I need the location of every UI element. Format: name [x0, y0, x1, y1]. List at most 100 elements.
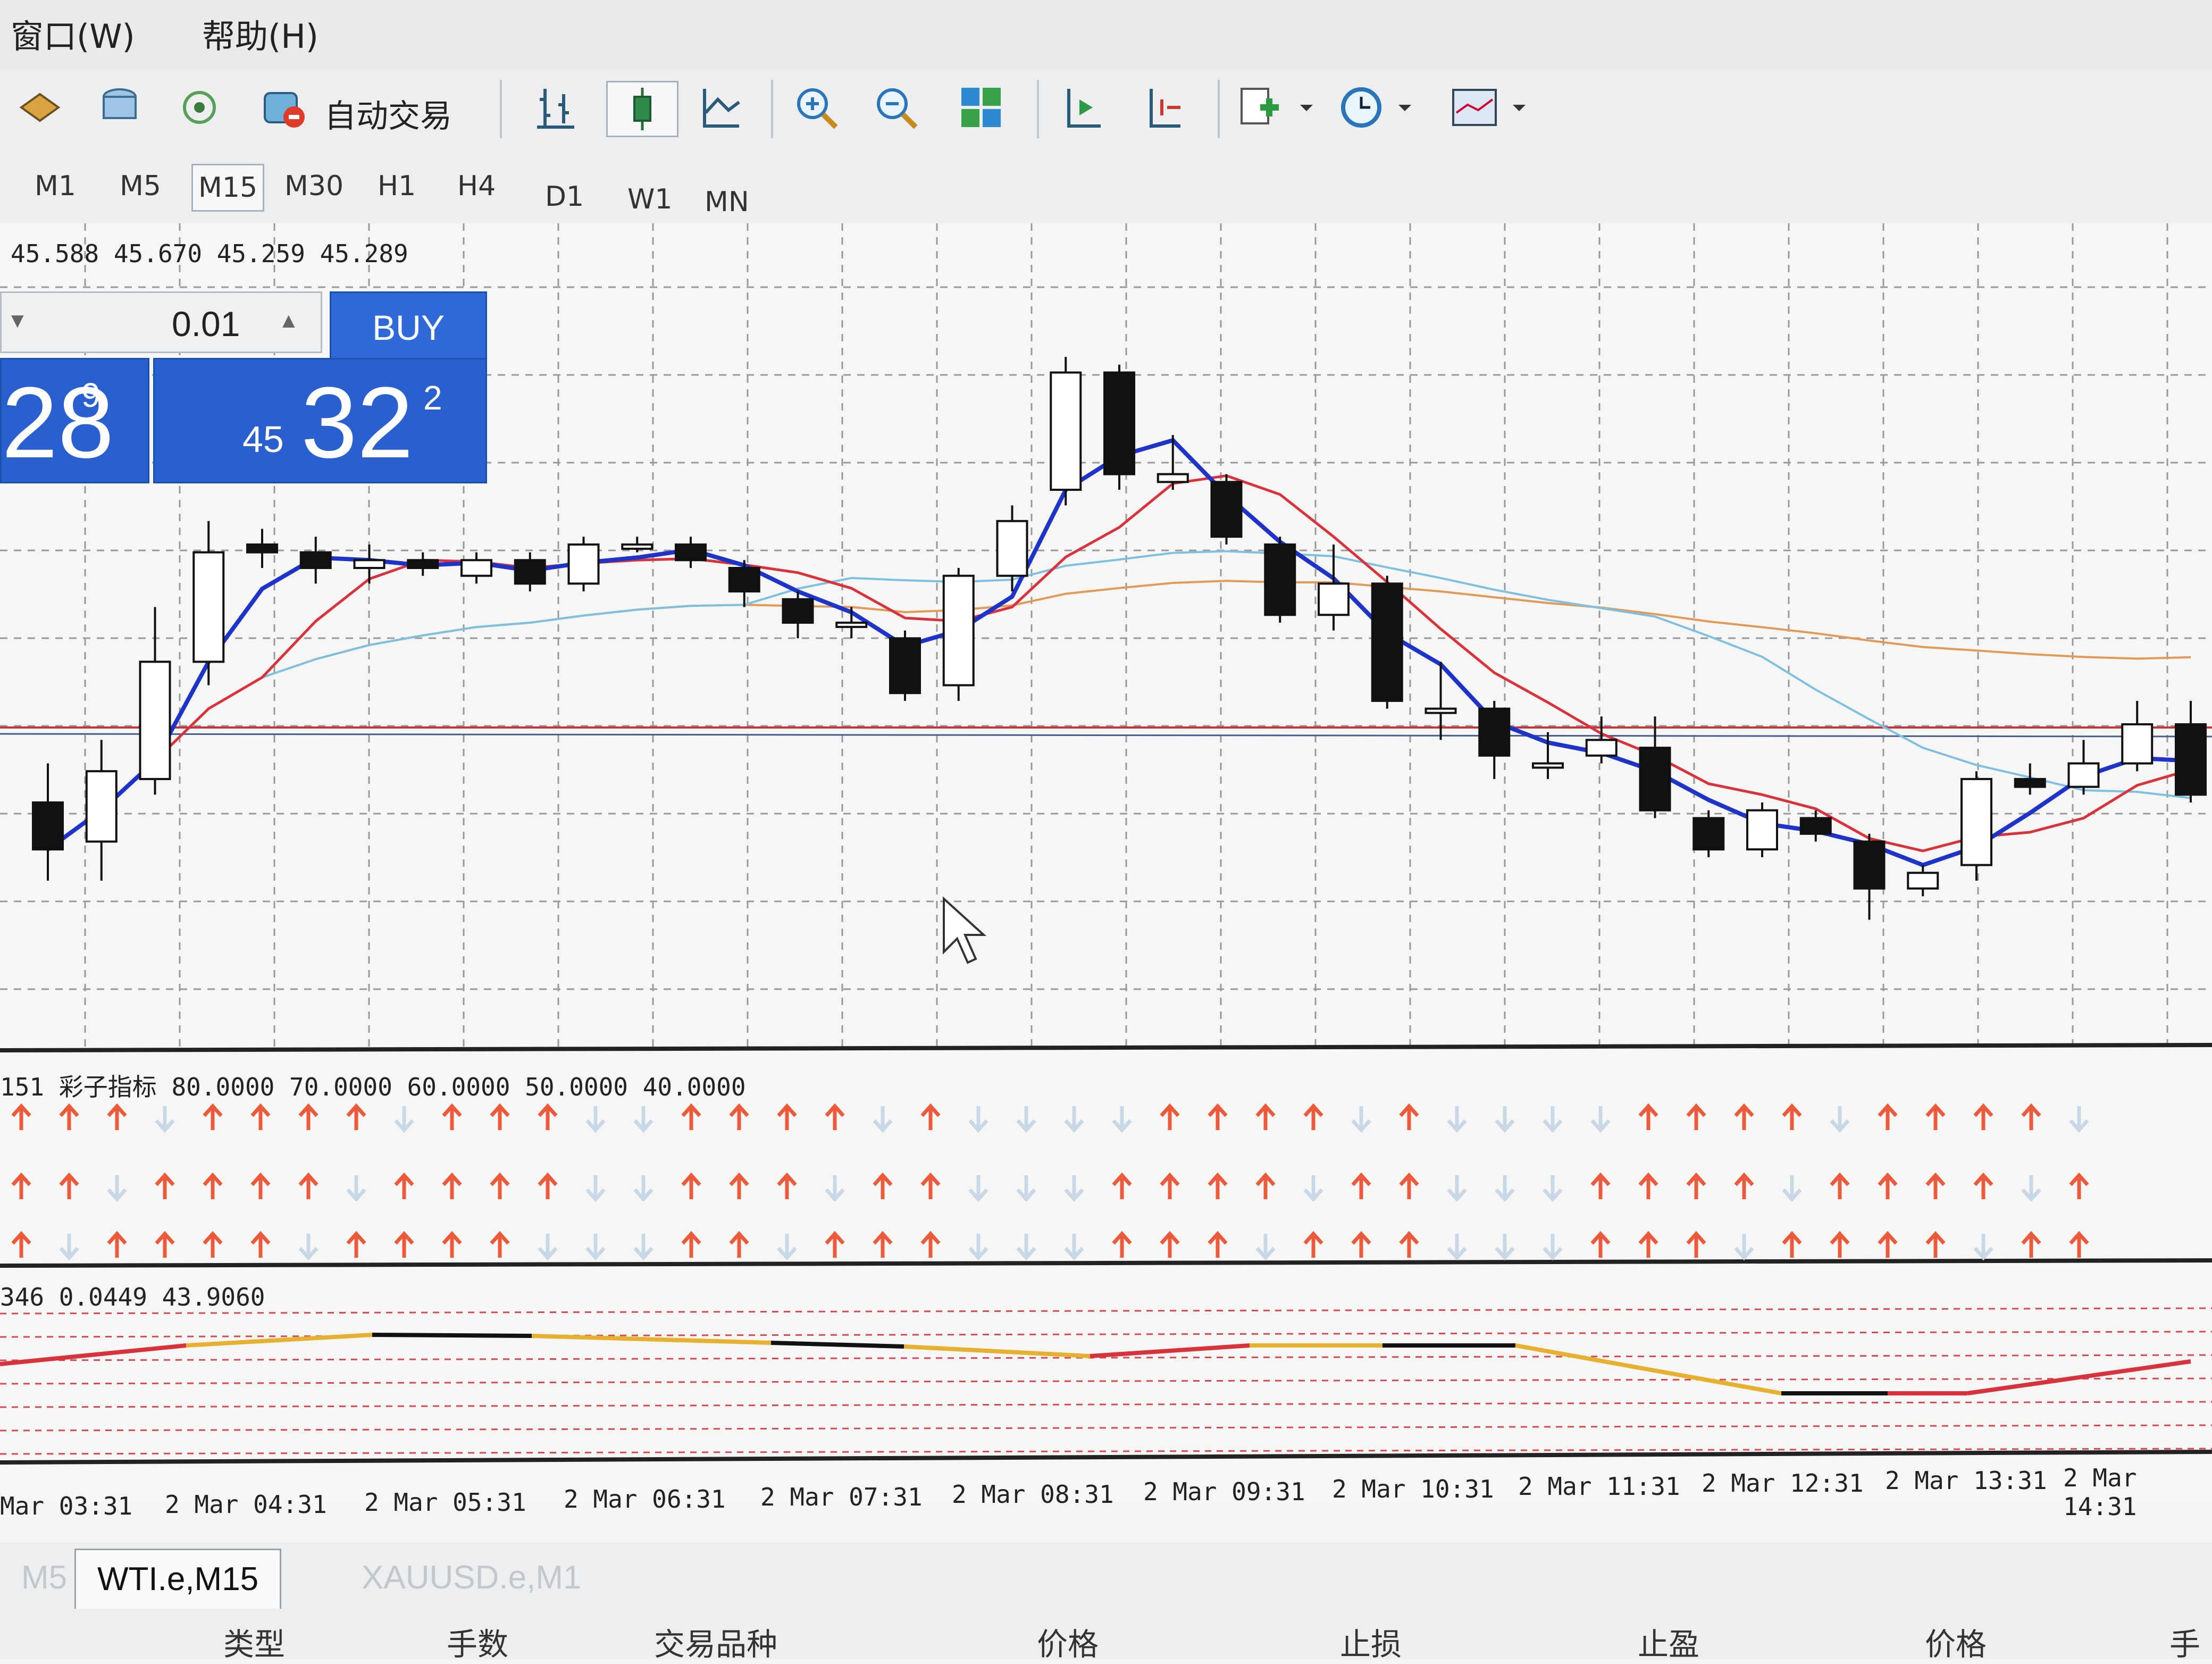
lot-decrease-icon[interactable]: ▼ [7, 309, 28, 333]
arrow-down-icon [1590, 1106, 1611, 1133]
candle-body [1050, 371, 1082, 491]
arrow-up-icon [346, 1231, 366, 1258]
time-label: 2 Mar 10:31 [1332, 1475, 1494, 1503]
arrow-down-icon [968, 1234, 988, 1261]
candle-body [1532, 762, 1564, 769]
tile-windows-icon[interactable] [952, 81, 1010, 134]
candle-body [567, 543, 600, 585]
zoom-out-icon[interactable] [867, 81, 925, 134]
arrow-down-icon [873, 1106, 893, 1133]
sell-price-box[interactable]: 28 9 [0, 358, 149, 483]
oscillator-segment [903, 1344, 1091, 1358]
arrow-up-icon [1590, 1172, 1611, 1199]
arrow-up-icon [1160, 1172, 1180, 1199]
one-click-trade-panel: ▼ 0.01 ▲ BUY 28 9 45 32 2 [0, 291, 489, 483]
buy-button[interactable]: BUY [330, 291, 487, 364]
timeframe-m15[interactable]: M15 [191, 164, 265, 212]
toolbar-separator [1218, 80, 1220, 138]
arrow-up-icon [1351, 1231, 1371, 1258]
timeframe-bar: M1 M5 M15 M30 H1 H4 D1 W1 MN [0, 149, 2212, 224]
arrow-down-icon [777, 1234, 797, 1261]
arrow-up-icon [681, 1231, 701, 1258]
candle-body [192, 551, 225, 663]
arrow-up-icon [203, 1103, 223, 1130]
arrow-up-icon [1734, 1103, 1754, 1130]
arrow-up-icon [1399, 1172, 1419, 1199]
col-stop-loss: 止损 [1340, 1626, 1402, 1662]
timeframe-h4[interactable]: H4 [457, 170, 496, 202]
arrow-up-icon [1160, 1231, 1180, 1258]
arrow-down-icon [633, 1106, 653, 1133]
candle-body [1907, 872, 1939, 890]
arrow-up-icon [1112, 1172, 1132, 1199]
buy-price-box[interactable]: 45 32 2 [153, 358, 487, 483]
arrow-up-icon [1638, 1231, 1658, 1258]
time-label: 2 Mar 07:31 [760, 1483, 923, 1511]
book-icon[interactable] [11, 81, 69, 134]
pane-separator [0, 1043, 2212, 1052]
bar-chart-icon[interactable] [526, 81, 585, 134]
tab-xauusd-m1[interactable]: XAUUSD.e,M1 [340, 1549, 602, 1607]
signal-icon[interactable] [170, 81, 229, 134]
autoscroll-icon[interactable] [1133, 81, 1191, 134]
indicator-level-line [0, 1377, 2212, 1385]
templates-icon[interactable] [1446, 81, 1537, 134]
arrow-down-icon [1734, 1234, 1754, 1261]
timeframe-w1[interactable]: W1 [627, 183, 673, 215]
arrow-down-icon [1303, 1175, 1323, 1202]
arrow-up-icon [1973, 1103, 1993, 1130]
indicators-icon[interactable] [1234, 81, 1319, 134]
arrow-up-icon [1878, 1172, 1898, 1199]
arrow-down-icon [825, 1175, 845, 1202]
arrow-down-icon [1543, 1234, 1563, 1261]
timeframe-d1[interactable]: D1 [545, 181, 584, 213]
candle-body [2014, 777, 2046, 788]
arrow-up-icon [203, 1172, 223, 1199]
arrow-up-icon [1303, 1231, 1323, 1258]
oscillator-segment [372, 1333, 532, 1338]
menu-window[interactable]: 窗口(W) [11, 10, 135, 57]
arrow-up-icon [1782, 1231, 1802, 1258]
arrow-down-icon [2021, 1175, 2041, 1202]
timeframe-m30[interactable]: M30 [284, 170, 343, 202]
menu-help[interactable]: 帮助(H) [202, 10, 319, 57]
arrow-up-icon [203, 1231, 223, 1258]
lot-size-value[interactable]: 0.01 [172, 304, 240, 344]
arrow-up-icon [1686, 1103, 1706, 1130]
candle-body [1853, 840, 1886, 890]
database-icon[interactable] [90, 81, 149, 134]
lot-increase-icon[interactable]: ▲ [278, 309, 299, 333]
oscillator-segment [531, 1334, 772, 1345]
bid-line [0, 733, 2212, 738]
arrow-up-icon [1830, 1231, 1850, 1258]
timeframe-m1[interactable]: M1 [35, 170, 76, 202]
arrow-up-icon [394, 1172, 414, 1199]
oscillator-segment [1090, 1343, 1250, 1358]
lot-size-field[interactable]: ▼ 0.01 ▲ [0, 291, 322, 353]
timeframe-mn[interactable]: MN [705, 186, 749, 218]
zoom-in-icon[interactable] [787, 81, 845, 134]
periods-clock-icon[interactable] [1335, 81, 1420, 134]
candle-body [1318, 582, 1350, 616]
chart-shift-icon[interactable] [1053, 81, 1111, 134]
auto-trade-icon[interactable] [255, 81, 314, 134]
arrow-down-icon [585, 1106, 606, 1133]
timeframe-h1[interactable]: H1 [378, 170, 416, 202]
arrow-down-icon [1447, 1175, 1467, 1202]
toolbar: 自动交易 [0, 69, 2212, 150]
toolbar-separator [771, 80, 773, 138]
indicator-level-line [0, 1424, 2212, 1432]
candle-body [835, 621, 868, 628]
candlestick-icon[interactable] [606, 81, 678, 137]
arrow-down-icon [1351, 1106, 1371, 1133]
tab-wti-m15[interactable]: WTI.e,M15 [74, 1549, 282, 1609]
candle-body [2067, 762, 2100, 788]
arrow-up-icon [490, 1172, 510, 1199]
auto-trade-label[interactable]: 自动交易 [324, 90, 452, 137]
oscillator-segment [1515, 1343, 1782, 1395]
timeframe-m5[interactable]: M5 [120, 170, 161, 202]
arrow-up-icon [1782, 1103, 1802, 1130]
arrow-up-icon [155, 1172, 175, 1199]
candle-body [2121, 723, 2154, 765]
line-chart-icon[interactable] [691, 81, 750, 134]
